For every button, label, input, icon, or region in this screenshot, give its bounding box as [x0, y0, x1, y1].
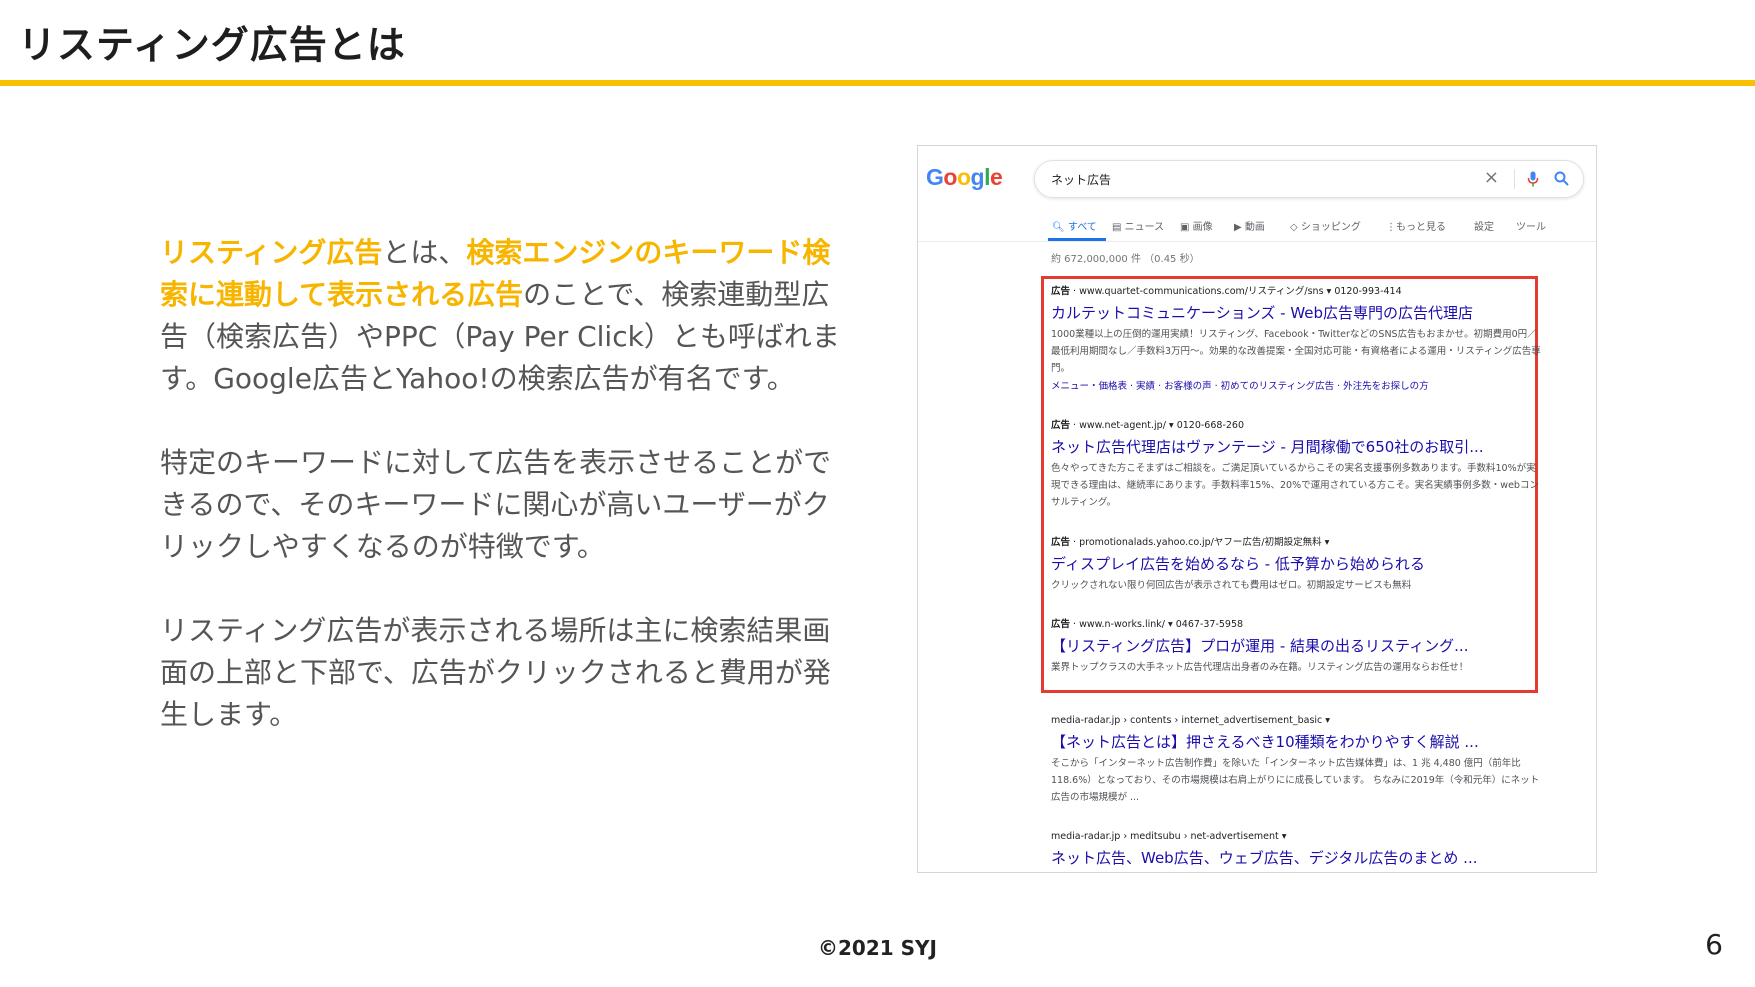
tab-videos[interactable]: ▶ 動画 [1234, 218, 1265, 233]
organic-result-1: media-radar.jp › contents › internet_adv… [1051, 715, 1541, 806]
body-text: リスティング広告とは、検索エンジンのキーワード検索に連動して表示される広告のこと… [160, 232, 840, 778]
ad-url[interactable]: 広告 · www.quartet-communications.com/リスティ… [1051, 283, 1541, 297]
highlight-listing-ads: リスティング広告 [160, 236, 383, 269]
ad-url[interactable]: 広告 · www.net-agent.jp/ ▾ 0120-668-260 [1051, 417, 1541, 431]
search-box-divider [1514, 169, 1515, 189]
ad-sitelinks[interactable]: メニュー・価格表 · 実績 · お客様の声 · 初めてのリスティング広告 · 外… [1051, 378, 1541, 392]
paragraph-1-text-a: とは、 [382, 236, 467, 269]
image-icon: ▣ [1180, 222, 1190, 233]
search-box[interactable]: ネット広告 × [1034, 160, 1584, 198]
title-underline [0, 80, 1755, 86]
tab-all[interactable]: 🔍︎ すべて [1052, 218, 1097, 233]
search-input[interactable]: ネット広告 [1051, 171, 1111, 188]
microphone-icon[interactable] [1527, 171, 1539, 191]
tab-more[interactable]: ⋮もっと見る [1386, 218, 1446, 233]
slide-title: リスティング広告とは [18, 23, 406, 67]
search-icon[interactable] [1554, 171, 1569, 190]
ad-description: 業界トップクラスの大手ネット広告代理店出身者のみ在籍。リスティング広告の運用なら… [1051, 662, 1469, 673]
tabs-divider [918, 241, 1596, 242]
result-url[interactable]: media-radar.jp › contents › internet_adv… [1051, 715, 1541, 726]
google-logo[interactable]: Google [926, 164, 1003, 191]
video-icon: ▶ [1234, 222, 1242, 233]
news-icon: ▤ [1112, 222, 1122, 233]
paragraph-2: 特定のキーワードに対して広告を表示させることができるので、そのキーワードに関心が… [160, 446, 832, 563]
tag-icon: ◇ [1290, 222, 1298, 233]
tab-tools[interactable]: ツール [1516, 218, 1546, 233]
ad-url[interactable]: 広告 · promotionalads.yahoo.co.jp/ヤフー広告/初期… [1051, 534, 1541, 548]
ad-result-1: 広告 · www.quartet-communications.com/リスティ… [1051, 283, 1541, 392]
ad-result-4: 広告 · www.n-works.link/ ▾ 0467-37-5958 【リ… [1051, 616, 1541, 676]
result-url[interactable]: media-radar.jp › meditsubu › net-adverti… [1051, 831, 1541, 842]
page-number: 6 [1705, 928, 1723, 961]
result-description: そこから「インターネット広告制作費」を除いた「インターネット広告媒体費」は、1 … [1051, 758, 1540, 803]
ad-description: 1000業種以上の圧倒的運用実績！リスティング、Facebook・Twitter… [1051, 329, 1541, 374]
result-title[interactable]: 【ネット広告とは】押さえるべき10種類をわかりやすく解説 ... [1051, 731, 1541, 752]
ad-title[interactable]: 【リスティング広告】プロが運用 - 結果の出るリスティング... [1051, 635, 1541, 656]
result-title[interactable]: ネット広告、Web広告、ウェブ広告、デジタル広告のまとめ ... [1051, 847, 1541, 868]
tab-settings[interactable]: 設定 [1474, 218, 1494, 233]
ad-result-3: 広告 · promotionalads.yahoo.co.jp/ヤフー広告/初期… [1051, 534, 1541, 594]
ad-description: 色々やってきた方こそまずはご相談を。ご満足頂いているからこその実名支援事例多数あ… [1051, 463, 1539, 508]
google-search-screenshot: Google ネット広告 × 🔍︎ すべて ▤ ニュース ▣ 画像 ▶ 動画 ◇… [917, 145, 1597, 873]
copyright: ©2021 SYJ [818, 936, 937, 960]
result-stats: 約 672,000,000 件 （0.45 秒） [1051, 254, 1200, 265]
tab-images[interactable]: ▣ 画像 [1180, 218, 1213, 233]
close-icon[interactable]: × [1484, 167, 1499, 188]
ad-title[interactable]: ディスプレイ広告を始めるなら - 低予算から始められる [1051, 553, 1541, 574]
organic-result-2: media-radar.jp › meditsubu › net-adverti… [1051, 831, 1541, 868]
magnifier-icon: 🔍︎ [1052, 222, 1065, 233]
tab-shopping[interactable]: ◇ ショッピング [1290, 218, 1361, 233]
ad-title[interactable]: カルテットコミュニケーションズ - Web広告専門の広告代理店 [1051, 302, 1541, 323]
more-vert-icon: ⋮ [1386, 222, 1396, 233]
paragraph-3: リスティング広告が表示される場所は主に検索結果画面の上部と下部で、広告がクリック… [160, 614, 831, 731]
ad-url[interactable]: 広告 · www.n-works.link/ ▾ 0467-37-5958 [1051, 616, 1541, 630]
paragraph-1: リスティング広告とは、検索エンジンのキーワード検索に連動して表示される広告のこと… [160, 232, 840, 400]
ad-result-2: 広告 · www.net-agent.jp/ ▾ 0120-668-260 ネッ… [1051, 417, 1541, 511]
ad-title[interactable]: ネット広告代理店はヴァンテージ - 月間稼働で650社のお取引... [1051, 436, 1541, 457]
tab-news[interactable]: ▤ ニュース [1112, 218, 1164, 233]
ad-description: クリックされない限り何回広告が表示されても費用はゼロ。初期設定サービスも無料 [1051, 580, 1412, 591]
